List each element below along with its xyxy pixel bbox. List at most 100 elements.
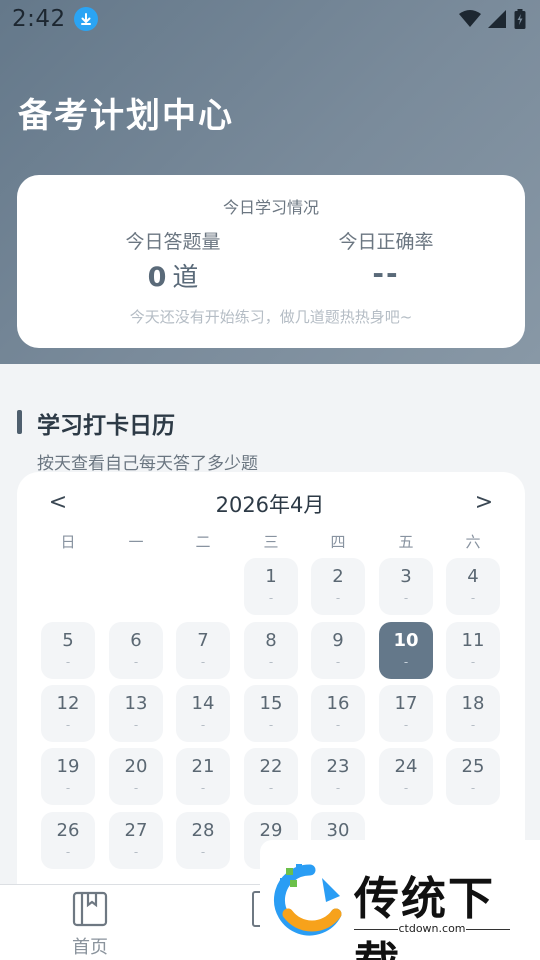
day-number: 19 (56, 756, 80, 777)
day-number: 4 (467, 566, 479, 587)
calendar-day-cell[interactable]: 13 - (109, 685, 163, 742)
calendar-day-cell[interactable]: 9- (311, 622, 365, 679)
calendar-day-cell[interactable]: 4- (446, 558, 500, 615)
next-month-button[interactable]: > (469, 490, 499, 515)
day-answer-count: - (335, 718, 341, 732)
day-number: 10 (393, 630, 419, 651)
answered-count-value: 0道 (83, 257, 263, 294)
day-number: 27 (124, 820, 148, 841)
day-answer-count: - (200, 718, 206, 732)
calendar-day-cell[interactable]: 1- (244, 558, 298, 615)
day-answer-count: - (133, 781, 139, 795)
day-number: 14 (191, 693, 215, 714)
calendar-day-cell[interactable]: 27 - (109, 812, 163, 869)
day-answer-count: - (200, 655, 206, 669)
today-card-title: 今日学习情况 (222, 198, 319, 217)
day-number: 15 (259, 693, 283, 714)
calendar-day-cell[interactable]: 6- (109, 622, 163, 679)
day-answer-count: - (65, 781, 71, 795)
day-answer-count: - (335, 655, 341, 669)
answered-count-number: 0 (147, 262, 167, 293)
day-number: 25 (461, 756, 485, 777)
day-number: 26 (56, 820, 80, 841)
day-number: 24 (394, 756, 418, 777)
calendar-day-cell[interactable]: 7- (176, 622, 230, 679)
calendar-day-cell[interactable]: 10 - (379, 622, 433, 679)
calendar-day-cell[interactable]: 8- (244, 622, 298, 679)
watermark-logo-icon (274, 864, 342, 936)
calendar-day-cell[interactable]: 25 - (446, 748, 500, 805)
answered-count-unit: 道 (172, 263, 199, 293)
day-number: 20 (124, 756, 148, 777)
calendar-day-cell[interactable]: 20 - (109, 748, 163, 805)
calendar-day-cell[interactable]: 15 - (244, 685, 298, 742)
day-answer-count: - (200, 845, 206, 859)
day-answer-count: - (65, 845, 71, 859)
day-number: 2 (332, 566, 344, 587)
weekday-label: 二 (195, 533, 211, 551)
calendar-day-cell[interactable]: 19 - (41, 748, 95, 805)
calendar-day-cell[interactable]: 16 - (311, 685, 365, 742)
calendar-day-cell[interactable]: 22 - (244, 748, 298, 805)
prev-month-button[interactable]: < (43, 490, 73, 515)
calendar-day-cell[interactable]: 24 - (379, 748, 433, 805)
day-answer-count: - (335, 781, 341, 795)
page-title: 备考计划中心 (18, 96, 234, 136)
day-number: 21 (191, 756, 215, 777)
calendar-day-cell[interactable]: 3- (379, 558, 433, 615)
day-number: 22 (259, 756, 283, 777)
calendar-day-cell[interactable]: 28 - (176, 812, 230, 869)
weekday-label: 一 (128, 533, 144, 551)
watermark-line-right (466, 929, 510, 930)
day-answer-count: - (133, 655, 139, 669)
calendar-section-title: 学习打卡日历 (37, 413, 175, 439)
calendar-day-cell[interactable]: 14 - (176, 685, 230, 742)
calendar-day-cell[interactable]: 12 - (41, 685, 95, 742)
day-number: 16 (326, 693, 350, 714)
day-answer-count: - (268, 781, 274, 795)
nav-item-home[interactable]: 首页 (50, 891, 130, 959)
wifi-icon (459, 10, 481, 27)
day-number: 18 (461, 693, 485, 714)
day-number: 7 (197, 630, 209, 651)
day-number: 5 (62, 630, 74, 651)
battery-charging-icon (514, 9, 526, 29)
day-answer-count: - (268, 655, 274, 669)
calendar-day-cell[interactable]: 5- (41, 622, 95, 679)
calendar-day-cell[interactable]: 17 - (379, 685, 433, 742)
calendar-day-cell[interactable]: 11 - (446, 622, 500, 679)
weekday-label: 日 (60, 533, 76, 551)
day-answer-count: - (65, 655, 71, 669)
nav-item-home-label: 首页 (72, 937, 108, 958)
accuracy-value: -- (296, 257, 476, 290)
book-icon (72, 891, 108, 927)
weekday-label: 五 (398, 533, 414, 551)
calendar-day-cell[interactable]: 23 - (311, 748, 365, 805)
cell-signal-icon (488, 10, 506, 28)
calendar-day-cell[interactable]: 2- (311, 558, 365, 615)
calendar-day-cell[interactable]: 26 - (41, 812, 95, 869)
day-answer-count: - (65, 718, 71, 732)
day-number: 28 (191, 820, 215, 841)
day-answer-count: - (200, 781, 206, 795)
status-time: 2:42 (12, 6, 66, 32)
day-answer-count: - (268, 591, 274, 605)
section-accent-bar (17, 410, 22, 434)
accuracy-value-text: -- (372, 257, 400, 290)
day-number: 23 (326, 756, 350, 777)
day-number: 13 (124, 693, 148, 714)
weekday-label: 四 (330, 533, 346, 551)
day-number: 8 (265, 630, 277, 651)
watermark-text: 传统下载 (354, 872, 496, 960)
day-number: 17 (394, 693, 418, 714)
download-arrow-icon (73, 7, 98, 31)
day-answer-count: - (403, 655, 409, 669)
calendar-month-label: 2026年4月 (215, 493, 325, 517)
today-summary-card: 今日学习情况 今日答题量 0道 今日正确率 -- 今天还没有开始练习，做几道题热… (17, 175, 525, 348)
accuracy-label: 今日正确率 (338, 231, 434, 253)
day-answer-count: - (133, 845, 139, 859)
calendar-day-cell[interactable]: 18 - (446, 685, 500, 742)
calendar-day-cell[interactable]: 21 - (176, 748, 230, 805)
weekday-label: 三 (263, 533, 279, 551)
day-number: 29 (259, 820, 283, 841)
